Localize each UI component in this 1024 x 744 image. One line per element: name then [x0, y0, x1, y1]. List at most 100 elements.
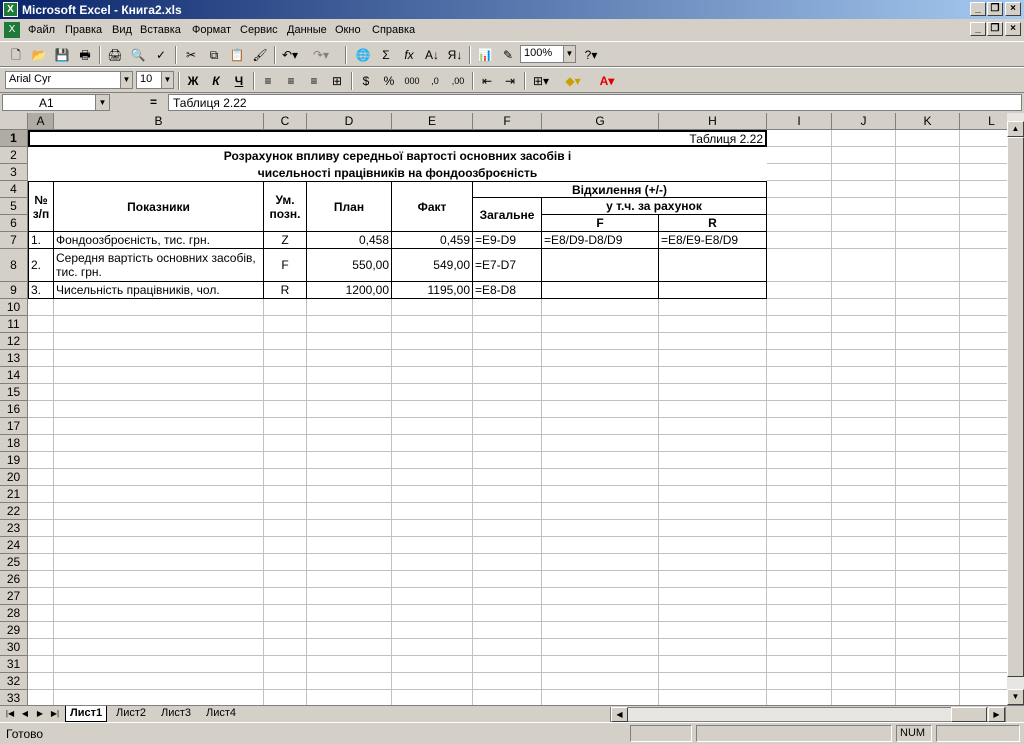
row-header-19[interactable]: 19	[0, 452, 28, 469]
spelling-icon[interactable]: ✓	[150, 45, 172, 65]
merge-center-icon[interactable]: ⊞	[326, 71, 348, 91]
row-header-26[interactable]: 26	[0, 571, 28, 588]
row-number[interactable]: 1.	[28, 232, 54, 249]
row-r[interactable]	[659, 282, 767, 299]
header-total[interactable]: Загальне	[473, 198, 542, 232]
row-fact[interactable]: 0,459	[392, 232, 473, 249]
row-header-22[interactable]: 22	[0, 503, 28, 520]
close-button[interactable]: ×	[1005, 2, 1021, 16]
workbook-icon[interactable]: X	[4, 22, 20, 38]
chart-wizard-icon[interactable]: 📊	[474, 45, 496, 65]
format-painter-icon[interactable]: 🖌	[249, 45, 271, 65]
menu-edit[interactable]: Правка	[65, 24, 102, 36]
row-header-12[interactable]: 12	[0, 333, 28, 350]
row-header-20[interactable]: 20	[0, 469, 28, 486]
row-header-29[interactable]: 29	[0, 622, 28, 639]
prev-sheet-icon[interactable]: ◀	[18, 707, 32, 721]
save-icon[interactable]: 💾	[51, 45, 73, 65]
formula-input[interactable]: Таблиця 2.22	[168, 94, 1022, 111]
currency-icon[interactable]: $	[355, 71, 377, 91]
copy-icon[interactable]: ⧉	[203, 45, 225, 65]
column-header-a[interactable]: A	[28, 113, 54, 130]
row-header-9[interactable]: 9	[0, 282, 28, 299]
row-plan[interactable]: 0,458	[307, 232, 392, 249]
table-title-line1[interactable]: Розрахунок впливу середньої вартості осн…	[28, 147, 767, 164]
paste-icon[interactable]: 📋	[226, 45, 248, 65]
header-r[interactable]: R	[659, 215, 767, 232]
row-header-6[interactable]: 6	[0, 215, 28, 232]
header-number[interactable]: № з/п	[28, 181, 54, 232]
decrease-indent-icon[interactable]: ⇤	[476, 71, 498, 91]
header-deviation[interactable]: Відхилення (+/-)	[473, 181, 767, 198]
restore-button[interactable]: ❐	[987, 2, 1003, 16]
bold-icon[interactable]: Ж	[182, 71, 204, 91]
row-total[interactable]: =E8-D8	[473, 282, 542, 299]
row-header-17[interactable]: 17	[0, 418, 28, 435]
hyperlink-icon[interactable]: 🌐	[352, 45, 374, 65]
row-header-5[interactable]: 5	[0, 198, 28, 215]
redo-icon[interactable]: ↷▾	[310, 45, 332, 65]
column-header-b[interactable]: B	[54, 113, 264, 130]
column-header-k[interactable]: K	[896, 113, 960, 130]
comma-style-icon[interactable]: 000	[401, 71, 423, 91]
minimize-button[interactable]: _	[970, 2, 986, 16]
row-header-1[interactable]: 1	[0, 130, 28, 147]
table-title-line2[interactable]: чисельності працівників на фондоозброєні…	[28, 164, 767, 181]
percent-icon[interactable]: %	[378, 71, 400, 91]
select-all-corner[interactable]	[0, 113, 28, 130]
menu-help[interactable]: Справка	[372, 24, 415, 36]
font-select[interactable]: Arial Cyr ▼	[5, 71, 133, 89]
row-number[interactable]: 3.	[28, 282, 54, 299]
scroll-left-icon[interactable]: ◀	[611, 707, 628, 722]
column-header-i[interactable]: I	[767, 113, 832, 130]
decrease-decimal-icon[interactable]: ,00	[447, 71, 469, 91]
doc-minimize-button[interactable]: _	[970, 22, 986, 36]
scroll-down-icon[interactable]: ▼	[1007, 689, 1024, 705]
permission-icon[interactable]: 🖶	[74, 45, 96, 65]
align-left-icon[interactable]: ≡	[257, 71, 279, 91]
row-header-15[interactable]: 15	[0, 384, 28, 401]
autosum-icon[interactable]: Σ	[375, 45, 397, 65]
column-header-l[interactable]: L	[960, 113, 1007, 130]
fill-color-icon[interactable]: ◆▾	[562, 71, 584, 91]
menu-format[interactable]: Формат	[192, 24, 231, 36]
sheet-tab-2[interactable]: Лист2	[112, 706, 150, 722]
font-color-icon[interactable]: A▾	[596, 71, 618, 91]
menu-window[interactable]: Окно	[335, 24, 361, 36]
function-icon[interactable]: fx	[398, 45, 420, 65]
row-plan[interactable]: 550,00	[307, 249, 392, 282]
last-sheet-icon[interactable]: ▶|	[48, 707, 62, 721]
sheet-tab-3[interactable]: Лист3	[157, 706, 195, 722]
spreadsheet-grid[interactable]: A B C D E F G H I J K L 1 2 3 4 5 6 7 8 9 10 11 12 13 14 15 16 17 18 1…	[0, 113, 1007, 705]
undo-icon[interactable]: ↶▾	[279, 45, 301, 65]
row-header-25[interactable]: 25	[0, 554, 28, 571]
row-header-27[interactable]: 27	[0, 588, 28, 605]
row-header-21[interactable]: 21	[0, 486, 28, 503]
row-f[interactable]: =E8/D9-D8/D9	[542, 232, 659, 249]
menu-file[interactable]: Файл	[28, 24, 55, 36]
horizontal-scrollbar[interactable]: ◀ ▶	[610, 707, 1006, 722]
row-total[interactable]: =E7-D7	[473, 249, 542, 282]
row-indicator[interactable]: Середня вартість основних засобів, тис. …	[54, 249, 264, 282]
sheet-tab-1[interactable]: Лист1	[65, 706, 108, 722]
row-header-7[interactable]: 7	[0, 232, 28, 249]
row-header-23[interactable]: 23	[0, 520, 28, 537]
new-icon[interactable]: 🗋	[5, 45, 27, 65]
row-header-10[interactable]: 10	[0, 299, 28, 316]
header-indicators[interactable]: Показники	[54, 181, 264, 232]
hscroll-thumb[interactable]	[951, 707, 987, 722]
font-size-select[interactable]: 10 ▼	[136, 71, 174, 89]
zoom-select[interactable]: 100% ▼	[520, 45, 576, 63]
header-fact[interactable]: Факт	[392, 181, 473, 232]
row-header-13[interactable]: 13	[0, 350, 28, 367]
column-header-e[interactable]: E	[392, 113, 473, 130]
header-plan[interactable]: План	[307, 181, 392, 232]
row-header-31[interactable]: 31	[0, 656, 28, 673]
row-f[interactable]	[542, 249, 659, 282]
first-sheet-icon[interactable]: |◀	[3, 707, 17, 721]
underline-icon[interactable]: Ч	[228, 71, 250, 91]
help-icon[interactable]: ?▾	[580, 45, 602, 65]
doc-close-button[interactable]: ×	[1005, 22, 1021, 36]
align-center-icon[interactable]: ≡	[280, 71, 302, 91]
align-right-icon[interactable]: ≡	[303, 71, 325, 91]
